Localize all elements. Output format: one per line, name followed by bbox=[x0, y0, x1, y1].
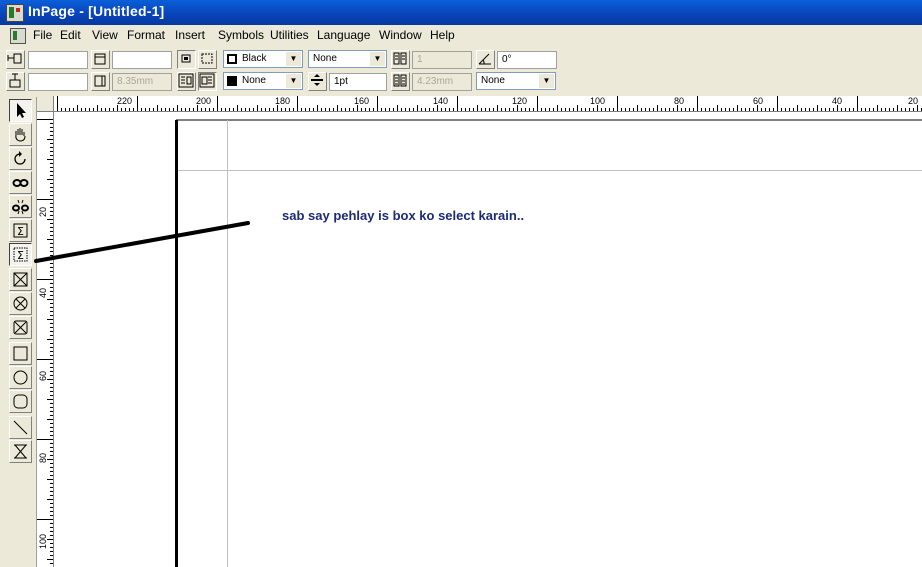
text-tool-icon[interactable]: Σ bbox=[9, 219, 32, 242]
line-weight-icon[interactable] bbox=[308, 72, 327, 91]
fill-color-dropdown[interactable]: None ▼ bbox=[223, 72, 303, 90]
frame-outline-icon[interactable] bbox=[198, 50, 217, 69]
link-tool-icon[interactable] bbox=[9, 171, 32, 194]
ruler-label: 20 bbox=[908, 96, 919, 106]
ruler-label: 40 bbox=[38, 287, 48, 298]
width-field[interactable] bbox=[112, 51, 172, 69]
tool-palette: Σ Σ bbox=[5, 97, 37, 567]
chevron-down-icon[interactable]: ▼ bbox=[539, 74, 554, 88]
ruler-label: 100 bbox=[38, 533, 48, 549]
svg-text:Σ: Σ bbox=[17, 249, 24, 262]
document-icon[interactable] bbox=[10, 28, 26, 44]
menu-window[interactable]: Window bbox=[379, 28, 422, 42]
menu-format[interactable]: Format bbox=[127, 28, 165, 42]
angle-field[interactable]: 0° bbox=[497, 51, 557, 69]
ruler-label: 20 bbox=[38, 206, 48, 217]
ruler-label: 220 bbox=[117, 96, 133, 106]
ruler-label: 200 bbox=[196, 96, 212, 106]
menu-bar: File Edit View Format Insert Symbols Uti… bbox=[0, 25, 922, 46]
fill-style-dropdown[interactable]: None ▼ bbox=[308, 50, 387, 68]
rounded-rectangle-tool-icon[interactable] bbox=[9, 390, 32, 413]
frame-inset-icon[interactable] bbox=[177, 50, 196, 69]
menu-symbols[interactable]: Symbols bbox=[218, 28, 264, 42]
chevron-down-icon[interactable]: ▼ bbox=[286, 74, 301, 88]
oval-tool-icon[interactable] bbox=[9, 366, 32, 389]
inpage-app-icon[interactable] bbox=[6, 4, 24, 22]
menu-utilities[interactable]: Utilities bbox=[270, 28, 309, 42]
svg-text:Σ: Σ bbox=[17, 225, 24, 238]
ruler-label: 160 bbox=[354, 96, 370, 106]
line-color-swatch bbox=[227, 54, 237, 64]
chevron-down-icon[interactable]: ▼ bbox=[370, 52, 385, 66]
pointer-tool-icon[interactable] bbox=[9, 99, 32, 122]
ruler-label: 100 bbox=[590, 96, 606, 106]
menu-view[interactable]: View bbox=[92, 28, 118, 42]
unlink-tool-icon[interactable] bbox=[9, 195, 32, 218]
rounded-picture-box-tool-icon[interactable] bbox=[9, 316, 32, 339]
annotation-text: sab say pehlay is box ko select karain.. bbox=[282, 208, 525, 223]
columns-icon[interactable] bbox=[391, 50, 410, 69]
columns-field: 1 bbox=[412, 51, 472, 69]
line-color-dropdown[interactable]: Black ▼ bbox=[223, 50, 303, 68]
ruler-label: 120 bbox=[512, 96, 528, 106]
horizontal-ruler[interactable]: 220 200 180 160 140 120 100 80 60 40 20 bbox=[37, 96, 922, 112]
y-position-field[interactable] bbox=[28, 73, 88, 91]
x-position-icon[interactable] bbox=[6, 50, 25, 69]
ruler-label: 140 bbox=[433, 96, 449, 106]
ruler-origin[interactable] bbox=[37, 96, 54, 112]
height-field: 8.35mm bbox=[112, 73, 172, 91]
shade-dropdown[interactable]: None ▼ bbox=[476, 72, 556, 90]
menu-help[interactable]: Help bbox=[430, 28, 455, 42]
menu-edit[interactable]: Edit bbox=[60, 28, 81, 42]
page-guides bbox=[175, 119, 922, 567]
angle-icon[interactable] bbox=[476, 50, 495, 69]
chevron-down-icon[interactable]: ▼ bbox=[286, 52, 301, 66]
measurement-toolbar: Black ▼ None ▼ 1 0° 8.35mm None ▼ 1pt 4.… bbox=[0, 47, 922, 97]
text-wrap-left-icon[interactable] bbox=[177, 72, 196, 91]
ruler-label: 40 bbox=[832, 96, 843, 106]
text-box-tool-icon[interactable]: Σ bbox=[9, 243, 32, 266]
ruler-label: 80 bbox=[674, 96, 685, 106]
ruler-label: 180 bbox=[275, 96, 291, 106]
line-tool-icon[interactable] bbox=[9, 416, 32, 439]
gutter-field: 4.23mm bbox=[412, 73, 472, 91]
rectangle-tool-icon[interactable] bbox=[9, 342, 32, 365]
hand-tool-icon[interactable] bbox=[9, 123, 32, 146]
ruler-label: 60 bbox=[753, 96, 764, 106]
gutter-icon[interactable] bbox=[391, 72, 410, 91]
vertical-ruler[interactable]: 20 40 60 80 100 bbox=[37, 111, 54, 567]
window-title: InPage - [Untitled-1] bbox=[28, 3, 165, 19]
x-position-field[interactable] bbox=[28, 51, 88, 69]
menu-insert[interactable]: Insert bbox=[175, 28, 205, 42]
hourglass-tool-icon[interactable] bbox=[9, 440, 32, 463]
title-bar[interactable]: InPage - [Untitled-1] bbox=[0, 0, 922, 25]
line-weight-field[interactable]: 1pt bbox=[329, 73, 387, 91]
rotate-tool-icon[interactable] bbox=[9, 147, 32, 170]
ruler-label: 80 bbox=[38, 452, 48, 463]
text-wrap-right-icon[interactable] bbox=[198, 72, 217, 91]
fill-color-swatch bbox=[227, 76, 237, 86]
menu-file[interactable]: File bbox=[33, 28, 52, 42]
ruler-label: 60 bbox=[38, 370, 48, 381]
document-canvas[interactable] bbox=[54, 112, 922, 567]
oval-picture-box-tool-icon[interactable] bbox=[9, 292, 32, 315]
rect-picture-box-tool-icon[interactable] bbox=[9, 268, 32, 291]
width-icon[interactable] bbox=[91, 50, 110, 69]
y-position-icon[interactable] bbox=[6, 72, 25, 91]
menu-language[interactable]: Language bbox=[317, 28, 370, 42]
height-icon[interactable] bbox=[91, 72, 110, 91]
